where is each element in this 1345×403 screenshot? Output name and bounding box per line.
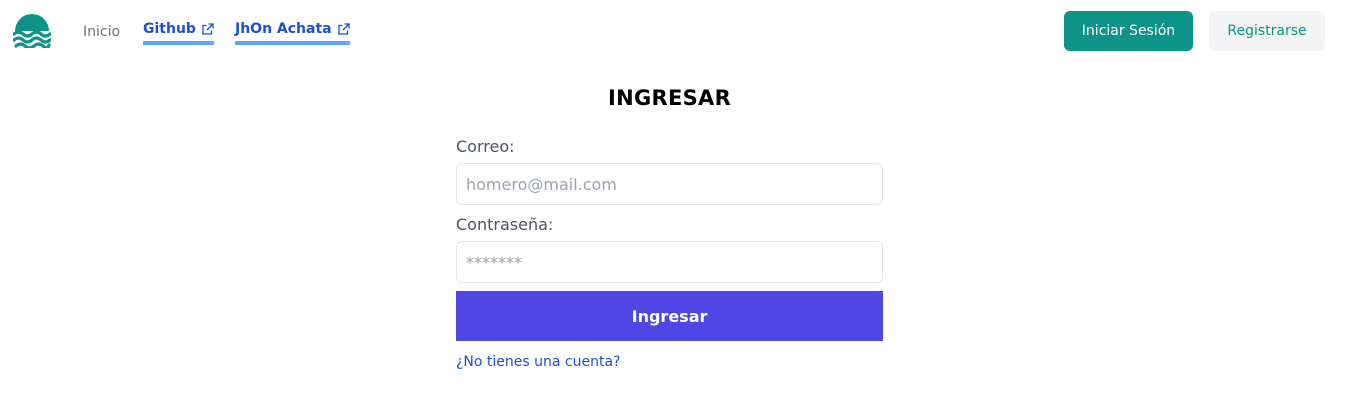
nav-link-github-label: Github: [143, 21, 196, 37]
page-title: INGRESAR: [607, 86, 732, 110]
register-button[interactable]: Registrarse: [1209, 11, 1325, 51]
external-link-icon: [201, 22, 214, 36]
nav-link-github[interactable]: Github: [143, 20, 214, 45]
external-link-icon: [337, 22, 350, 36]
nav-link-inicio[interactable]: Inicio: [83, 23, 120, 41]
email-input[interactable]: [456, 163, 883, 205]
waves-logo-icon[interactable]: [12, 14, 52, 50]
password-label: Contraseña:: [456, 215, 554, 234]
navbar: Inicio Github JhOn Achata Iniciar Sesión…: [0, 0, 1345, 62]
email-label: Correo:: [456, 137, 515, 156]
nav-link-jhon-label: JhOn Achata: [235, 21, 332, 37]
login-button[interactable]: Iniciar Sesión: [1064, 11, 1193, 51]
password-input[interactable]: [456, 241, 883, 283]
nav-link-jhon-achata[interactable]: JhOn Achata: [235, 20, 350, 45]
submit-button[interactable]: Ingresar: [456, 291, 883, 341]
signup-link[interactable]: ¿No tienes una cuenta?: [456, 354, 620, 370]
